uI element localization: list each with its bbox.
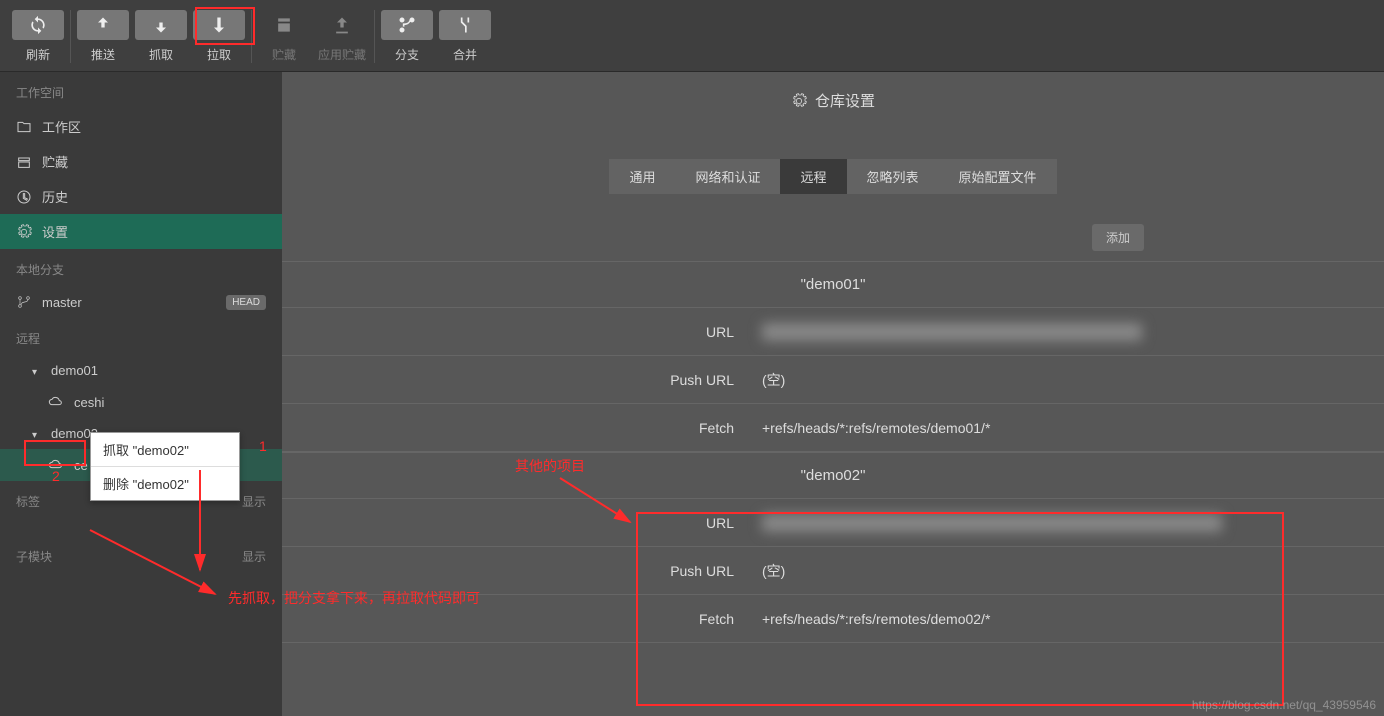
- push-label: 推送: [91, 46, 115, 63]
- page-title-text: 仓库设置: [815, 90, 875, 111]
- remote-url-label: URL: [282, 324, 762, 340]
- submodules-title-label: 子模块: [16, 548, 52, 565]
- fetch-button[interactable]: 抓取: [135, 10, 187, 63]
- workspace-section-title: 工作空间: [0, 72, 282, 109]
- submodules-title: 子模块 显示: [0, 536, 282, 573]
- cloud-icon: [48, 394, 64, 410]
- stash-icon: [274, 15, 294, 35]
- remote-fetch-label: Fetch: [282, 420, 762, 436]
- tab-ignore[interactable]: 忽略列表: [847, 159, 939, 194]
- remote-pushurl-label: Push URL: [282, 372, 762, 388]
- page-title: 仓库设置: [282, 72, 1384, 129]
- settings-label: 设置: [42, 222, 266, 241]
- ctx-delete-demo02[interactable]: 删除 "demo02": [91, 467, 239, 500]
- sidebar-item-settings[interactable]: 设置: [0, 214, 282, 249]
- merge-icon: [455, 15, 475, 35]
- ctx-fetch-demo02[interactable]: 抓取 "demo02": [91, 433, 239, 467]
- sidebar: 工作空间 工作区 贮藏 历史 设置 本地分支 master HEAD 远程 de…: [0, 72, 282, 716]
- sidebar-remote-demo01-ceshi[interactable]: ceshi: [0, 386, 282, 418]
- remote-block-demo01: "demo01" URL Push URL (空) Fetch +refs/he…: [282, 261, 1384, 452]
- branch-label: 分支: [395, 46, 419, 63]
- remote-ceshi-label: ceshi: [74, 395, 266, 410]
- push-icon: [93, 15, 113, 35]
- remote-demo01-label: demo01: [51, 363, 266, 378]
- history-label: 历史: [42, 187, 266, 206]
- tab-raw-config[interactable]: 原始配置文件: [939, 159, 1057, 194]
- context-menu: 抓取 "demo02" 删除 "demo02": [90, 432, 240, 501]
- settings-tabs: 通用 网络和认证 远程 忽略列表 原始配置文件: [282, 159, 1384, 194]
- refresh-label: 刷新: [26, 46, 50, 63]
- sidebar-item-workarea[interactable]: 工作区: [0, 109, 282, 144]
- remote-fetch-label: Fetch: [282, 611, 762, 627]
- stash-side-label: 贮藏: [42, 152, 266, 171]
- tree-toggle-icon: [32, 363, 41, 378]
- remote-pushurl-value: (空): [762, 561, 1384, 581]
- workarea-label: 工作区: [42, 117, 266, 136]
- add-remote-button[interactable]: 添加: [1092, 224, 1144, 251]
- gear-icon: [16, 224, 32, 240]
- remote-pushurl-label: Push URL: [282, 563, 762, 579]
- sidebar-item-history[interactable]: 历史: [0, 179, 282, 214]
- history-icon: [16, 189, 32, 205]
- remote-demo01-title: "demo01": [282, 262, 1384, 308]
- stash-label: 贮藏: [272, 46, 296, 63]
- merge-button[interactable]: 合并: [439, 10, 491, 63]
- watermark: https://blog.csdn.net/qq_43959546: [1192, 698, 1376, 712]
- head-badge: HEAD: [226, 295, 266, 310]
- branch-side-icon: [16, 294, 32, 310]
- sidebar-item-stash[interactable]: 贮藏: [0, 144, 282, 179]
- tags-show-link[interactable]: 显示: [242, 493, 266, 510]
- tab-network-auth[interactable]: 网络和认证: [675, 159, 780, 194]
- submodules-show-link[interactable]: 显示: [242, 548, 266, 565]
- tab-remote[interactable]: 远程: [780, 159, 846, 194]
- sidebar-remote-demo01[interactable]: demo01: [0, 355, 282, 386]
- refresh-icon: [28, 15, 48, 35]
- sidebar-branch-master[interactable]: master HEAD: [0, 286, 282, 318]
- cloud-icon: [48, 457, 64, 473]
- tree-toggle-icon: [32, 426, 41, 441]
- remotes-title: 远程: [0, 318, 282, 355]
- remote-block-demo02: "demo02" URL Push URL (空) Fetch +refs/he…: [282, 452, 1384, 643]
- apply-stash-icon: [332, 15, 352, 35]
- main-panel: 仓库设置 通用 网络和认证 远程 忽略列表 原始配置文件 添加 "demo01"…: [282, 72, 1384, 716]
- branch-button[interactable]: 分支: [381, 10, 433, 63]
- stash-button[interactable]: 贮藏: [258, 10, 310, 63]
- remote-url-value: [762, 514, 1222, 532]
- gear-icon: [791, 93, 807, 109]
- stash-side-icon: [16, 154, 32, 170]
- master-label: master: [42, 295, 216, 310]
- refresh-button[interactable]: 刷新: [12, 10, 64, 63]
- remote-fetch-value: +refs/heads/*:refs/remotes/demo01/*: [762, 420, 1384, 436]
- folder-icon: [16, 119, 32, 135]
- remote-pushurl-value: (空): [762, 370, 1384, 390]
- remote-demo02-title: "demo02": [282, 453, 1384, 499]
- remote-url-label: URL: [282, 515, 762, 531]
- branch-icon: [397, 15, 417, 35]
- tags-title-label: 标签: [16, 493, 40, 510]
- pull-button[interactable]: 拉取: [193, 10, 245, 63]
- pull-label: 拉取: [207, 46, 231, 63]
- tab-general[interactable]: 通用: [609, 159, 675, 194]
- remote-fetch-value: +refs/heads/*:refs/remotes/demo02/*: [762, 611, 1384, 627]
- fetch-label: 抓取: [149, 46, 173, 63]
- apply-stash-label: 应用贮藏: [318, 46, 366, 63]
- merge-label: 合并: [453, 46, 477, 63]
- toolbar: 刷新 推送 抓取 拉取 贮藏 应用贮藏 分支: [0, 0, 1384, 72]
- push-button[interactable]: 推送: [77, 10, 129, 63]
- local-branches-title: 本地分支: [0, 249, 282, 286]
- fetch-icon: [151, 15, 171, 35]
- remote-url-value: [762, 323, 1142, 341]
- pull-icon: [209, 15, 229, 35]
- apply-stash-button[interactable]: 应用贮藏: [316, 10, 368, 63]
